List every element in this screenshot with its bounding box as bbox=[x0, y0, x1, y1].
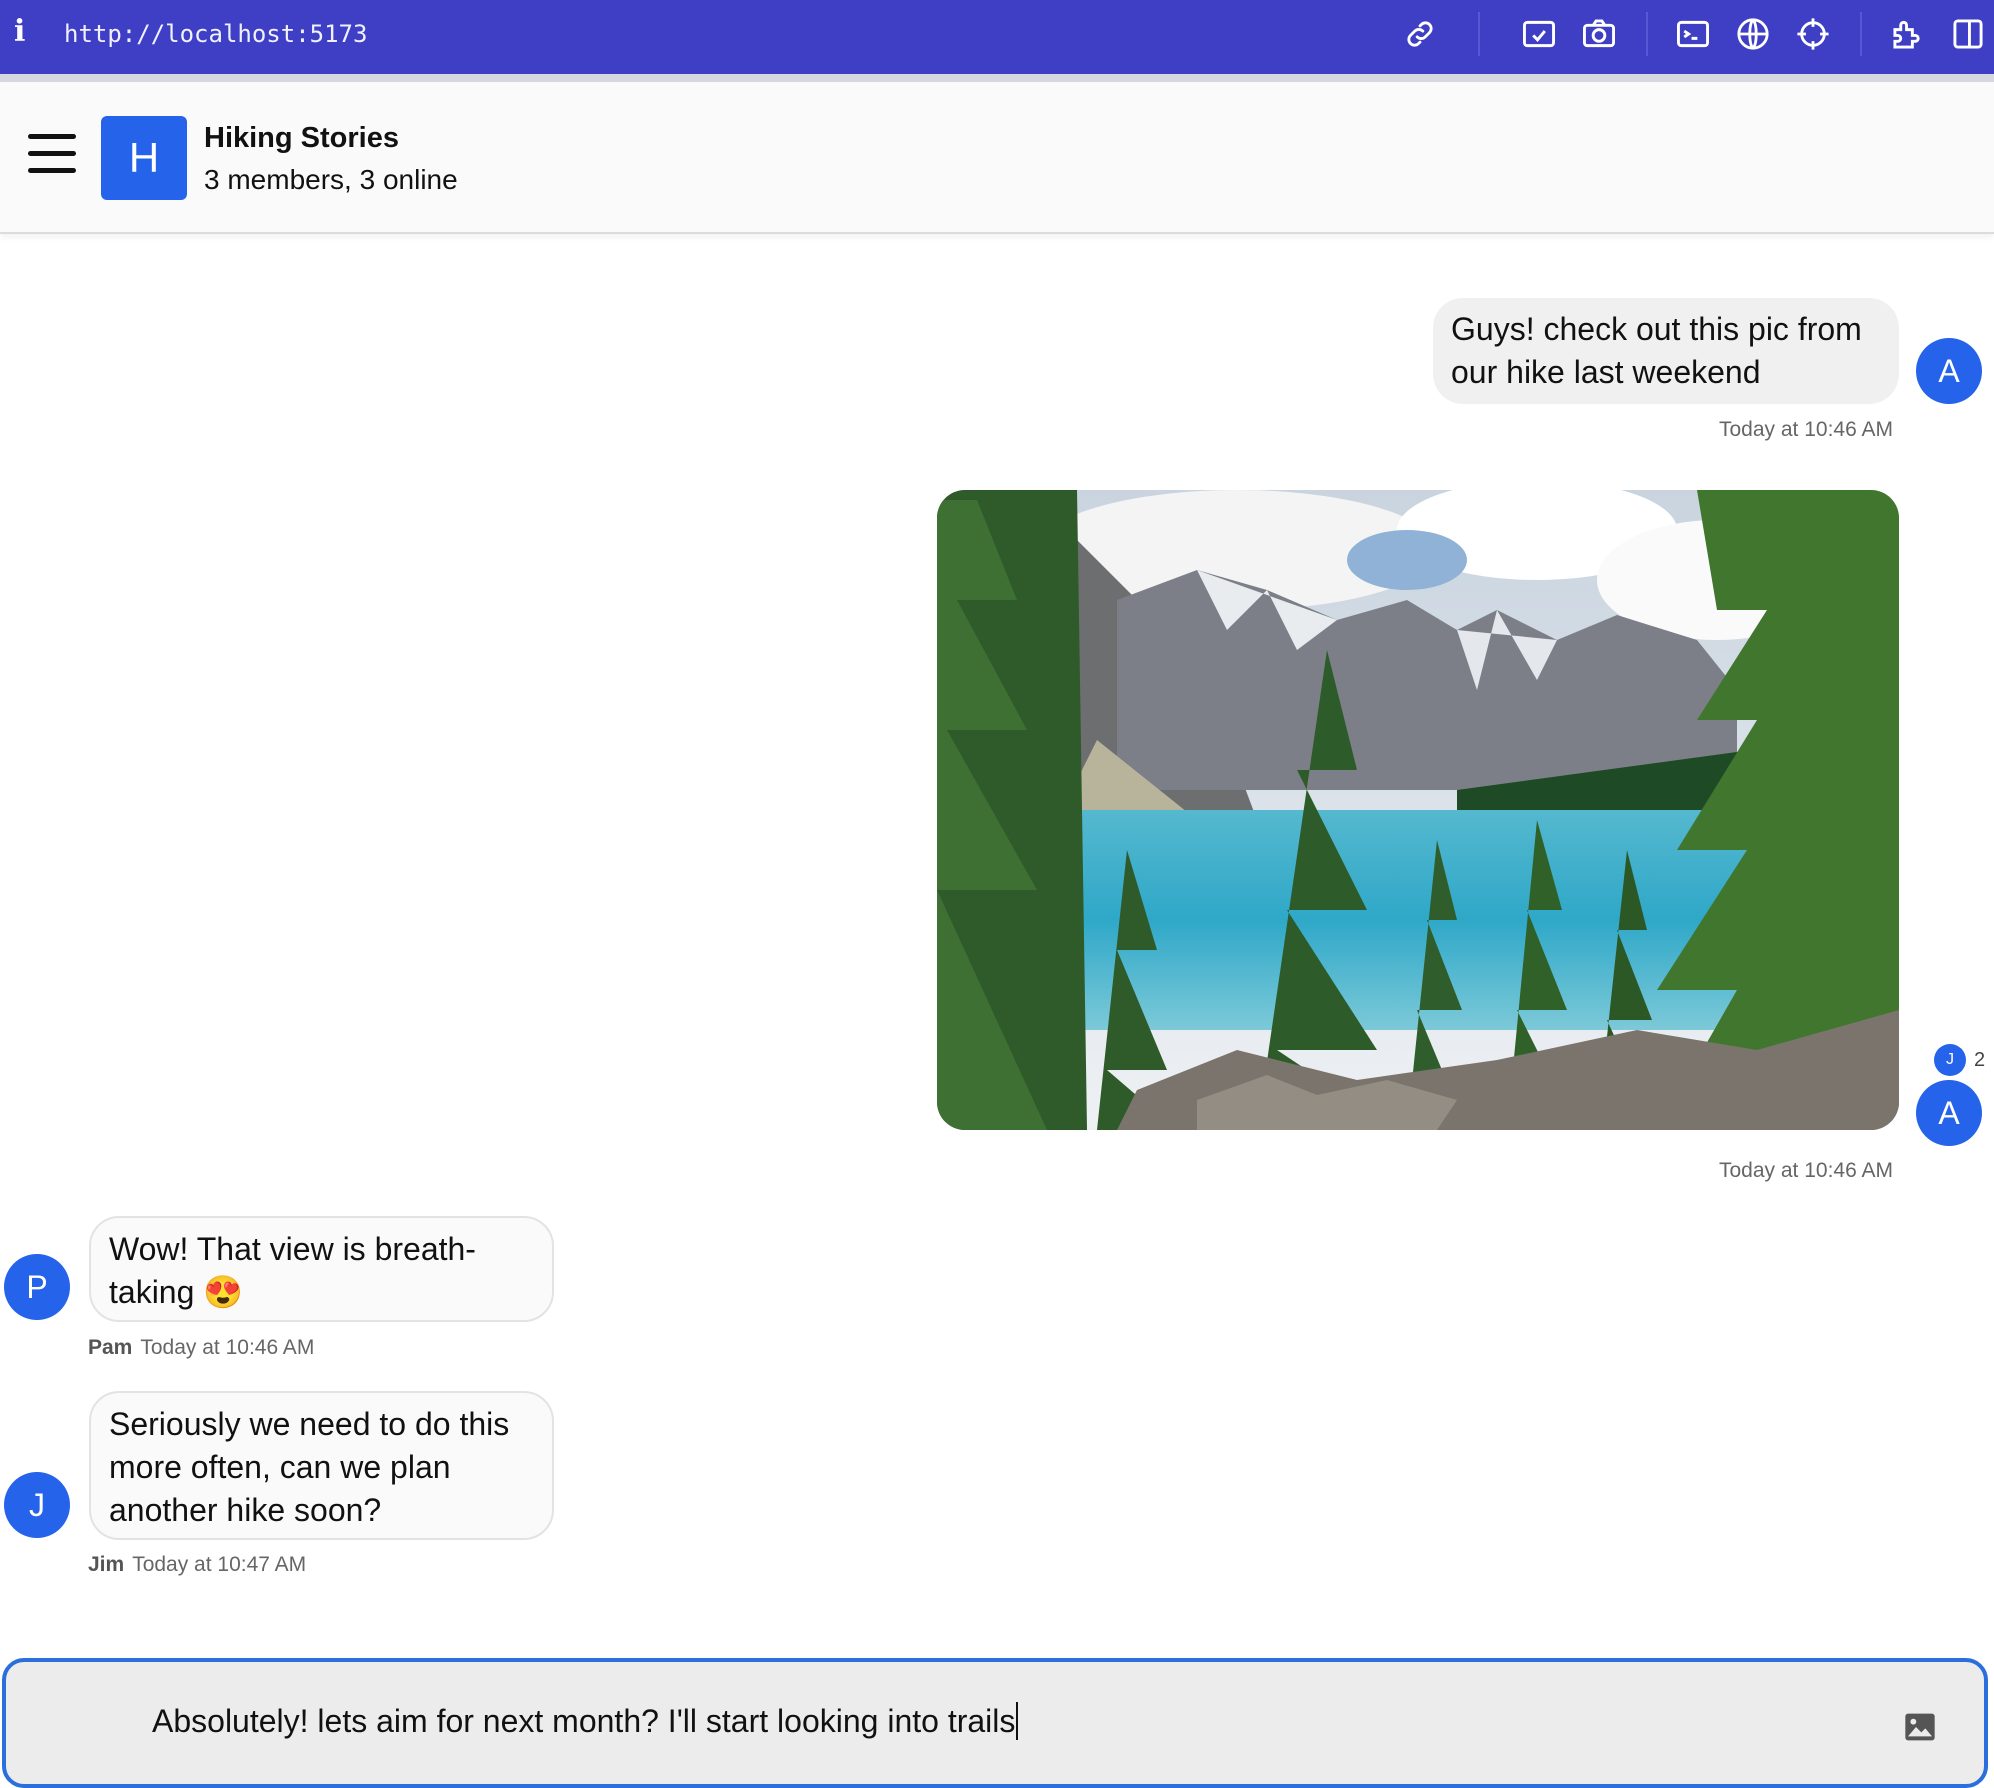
group-avatar[interactable]: H bbox=[101, 116, 187, 200]
sender-name: Pam bbox=[88, 1336, 133, 1359]
info-icon[interactable]: i bbox=[14, 14, 25, 49]
read-receipt-avatar: J bbox=[1934, 1044, 1966, 1076]
message-input-field[interactable]: Absolutely! lets aim for next month? I'l… bbox=[152, 1702, 1019, 1740]
lake-mountain-photo bbox=[937, 490, 1899, 1130]
toolbar-divider bbox=[1860, 12, 1862, 56]
text-caret bbox=[1016, 1702, 1019, 1740]
camera-icon[interactable] bbox=[1579, 14, 1619, 54]
image-attach-icon[interactable] bbox=[1904, 1712, 1936, 1742]
globe-icon[interactable] bbox=[1733, 14, 1773, 54]
message-photo[interactable] bbox=[937, 490, 1899, 1130]
message-bubble-incoming[interactable]: Wow! That view is breath-taking 😍 bbox=[89, 1216, 554, 1322]
message-bubble-outgoing[interactable]: Guys! check out this pic from our hike l… bbox=[1433, 298, 1899, 404]
read-receipt[interactable]: J 2 bbox=[1934, 1044, 1985, 1076]
avatar[interactable]: P bbox=[4, 1254, 70, 1320]
chat-header: H Hiking Stories 3 members, 3 online bbox=[0, 82, 1994, 234]
message-timestamp: Today at 10:46 AM bbox=[140, 1336, 315, 1359]
message-timestamp: Today at 10:46 AM bbox=[1719, 418, 1893, 441]
browser-toolbar: i http://localhost:5173 bbox=[0, 0, 1994, 74]
extensions-icon[interactable] bbox=[1888, 14, 1928, 54]
message-bubble-incoming[interactable]: Seriously we need to do this more often,… bbox=[89, 1391, 554, 1540]
toolbar-divider bbox=[1646, 12, 1648, 56]
read-receipt-count: 2 bbox=[1974, 1048, 1986, 1071]
group-title: Hiking Stories bbox=[204, 122, 399, 154]
member-status: 3 members, 3 online bbox=[204, 164, 458, 195]
link-icon[interactable] bbox=[1400, 14, 1440, 54]
message-timestamp: Today at 10:47 AM bbox=[132, 1553, 307, 1576]
message-input-value: Absolutely! lets aim for next month? I'l… bbox=[152, 1702, 1016, 1739]
message-meta: Pam Today at 10:46 AM bbox=[88, 1336, 314, 1360]
avatar[interactable]: A bbox=[1916, 1080, 1982, 1146]
avatar[interactable]: J bbox=[4, 1472, 70, 1538]
message-meta: Jim Today at 10:47 AM bbox=[88, 1553, 306, 1577]
sender-name: Jim bbox=[88, 1553, 125, 1576]
avatar[interactable]: A bbox=[1916, 338, 1982, 404]
screenshot-icon[interactable] bbox=[1519, 14, 1559, 54]
message-input[interactable]: Absolutely! lets aim for next month? I'l… bbox=[2, 1658, 1988, 1788]
address-bar-url[interactable]: http://localhost:5173 bbox=[64, 20, 367, 48]
menu-icon[interactable] bbox=[28, 134, 76, 174]
terminal-icon[interactable] bbox=[1673, 14, 1713, 54]
message-timestamp: Today at 10:46 AM bbox=[1719, 1159, 1893, 1182]
toolbar-divider bbox=[1478, 12, 1480, 56]
page-load-bar bbox=[0, 74, 1994, 82]
crosshair-icon[interactable] bbox=[1793, 14, 1833, 54]
sidebar-icon[interactable] bbox=[1948, 14, 1988, 54]
